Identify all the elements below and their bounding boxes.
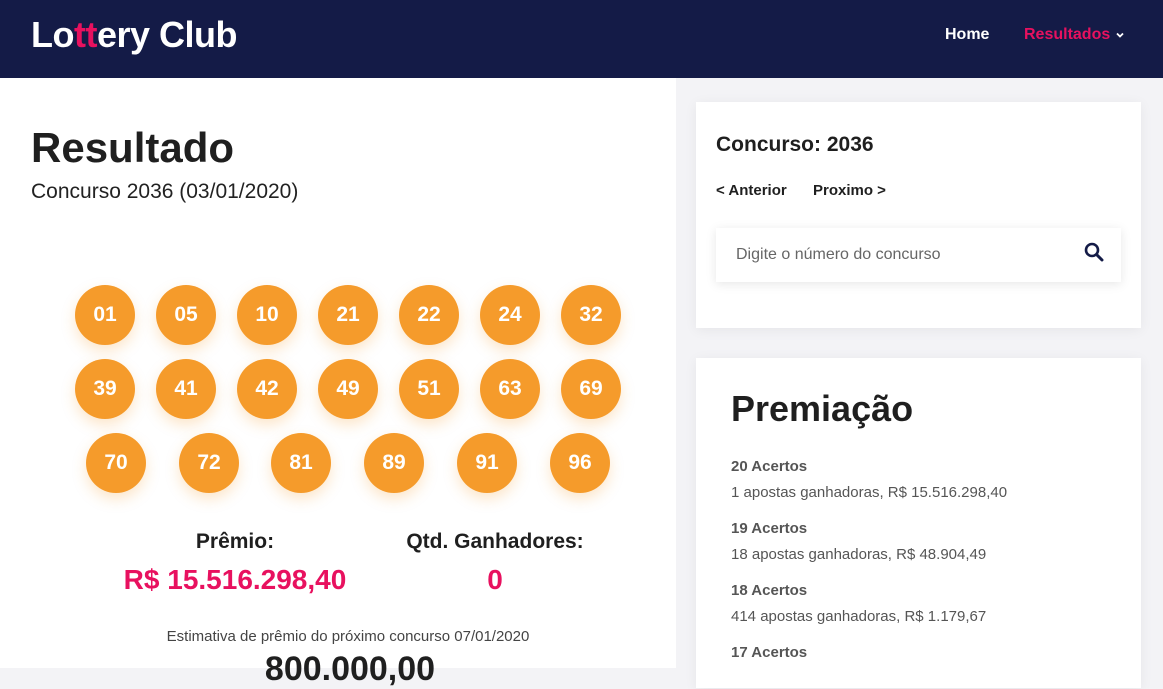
number-ball: 05 [156, 285, 216, 345]
next-contest-link[interactable]: Proximo > [813, 182, 886, 199]
contest-search-input[interactable] [716, 228, 1066, 282]
number-ball: 24 [480, 285, 540, 345]
page-title: Resultado [31, 124, 235, 171]
logo-text-highlight: tt [73, 14, 97, 55]
contest-search-box [716, 228, 1121, 282]
number-ball: 21 [318, 285, 378, 345]
number-ball: 70 [86, 433, 146, 493]
number-ball: 39 [75, 359, 135, 419]
logo-text-end: ery Club [96, 14, 238, 55]
top-navbar: Lottery Club Home Resultados [0, 0, 1163, 78]
winners-count-label: Qtd. Ganhadores: [406, 530, 584, 553]
number-ball: 81 [271, 433, 331, 493]
nav-results-label: Resultados [1024, 26, 1111, 43]
prize-tiers-title: Premiação [731, 388, 914, 429]
tier-name: 19 Acertos [731, 520, 808, 537]
number-ball: 22 [399, 285, 459, 345]
tier-name: 18 Acertos [731, 582, 808, 599]
nav-results-dropdown[interactable]: Resultados [1024, 26, 1125, 44]
prize-value: R$ 15.516.298,40 [123, 564, 347, 595]
tier-description: 1 apostas ganhadoras, R$ 15.516.298,40 [731, 484, 1008, 501]
winners-count-value: 0 [487, 564, 503, 595]
search-icon[interactable] [1083, 241, 1105, 263]
prize-label: Prêmio: [195, 530, 275, 553]
page-subtitle: Concurso 2036 (03/01/2020) [31, 180, 299, 203]
number-ball: 96 [550, 433, 610, 493]
contest-title: Concurso: 2036 [716, 133, 874, 156]
tier-name: 20 Acertos [731, 458, 808, 475]
number-ball: 51 [399, 359, 459, 419]
nav-home-link[interactable]: Home [945, 26, 989, 44]
number-ball: 10 [237, 285, 297, 345]
number-ball: 89 [364, 433, 424, 493]
chevron-down-icon [1116, 32, 1124, 38]
number-ball: 63 [480, 359, 540, 419]
next-prize-estimate-value: 800.000,00 [264, 650, 436, 688]
next-prize-estimate-label: Estimativa de prêmio do próximo concurso… [166, 628, 530, 645]
number-ball: 49 [318, 359, 378, 419]
number-ball: 72 [179, 433, 239, 493]
number-ball: 42 [237, 359, 297, 419]
tier-description: 18 apostas ganhadoras, R$ 48.904,49 [731, 546, 987, 563]
number-ball: 41 [156, 359, 216, 419]
logo[interactable]: Lottery Club [31, 14, 238, 56]
number-ball: 91 [457, 433, 517, 493]
previous-contest-link[interactable]: < Anterior [716, 182, 787, 199]
number-ball: 69 [561, 359, 621, 419]
number-ball: 01 [75, 285, 135, 345]
number-ball: 32 [561, 285, 621, 345]
tier-description: 414 apostas ganhadoras, R$ 1.179,67 [731, 608, 987, 625]
logo-text-start: Lo [31, 14, 74, 55]
tier-name: 17 Acertos [731, 644, 808, 661]
